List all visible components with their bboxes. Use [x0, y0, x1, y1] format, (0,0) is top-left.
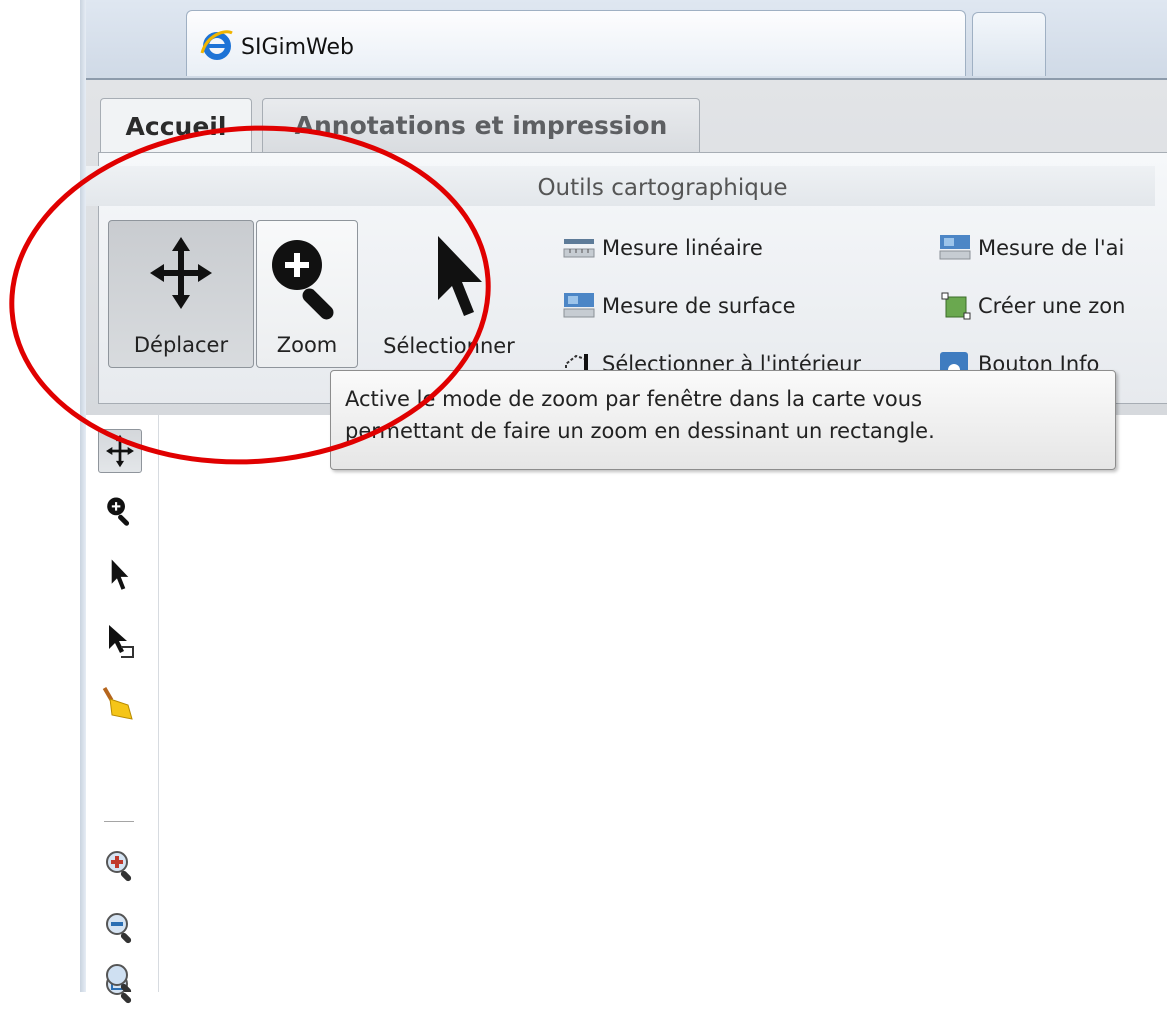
move-arrows-icon	[150, 237, 212, 309]
app-area: Accueil Annotations et impression Outils…	[86, 80, 1167, 1004]
area-measure-icon	[939, 235, 971, 260]
vtool-separator	[104, 821, 134, 822]
broom-icon	[102, 686, 133, 720]
select-button[interactable]: Sélectionner	[364, 220, 534, 368]
ruler-icon	[563, 239, 595, 258]
tooltip-line-1: Active le mode de zoom par fenêtre dans …	[345, 387, 923, 411]
move-button-label: Déplacer	[133, 333, 229, 357]
move-arrows-icon	[106, 434, 134, 468]
vertical-map-toolbar	[86, 415, 159, 1004]
select-inside-icon	[109, 625, 134, 658]
browser-tab-title: SIGimWeb	[241, 35, 355, 60]
zoom-minus-icon	[106, 913, 132, 944]
surface-measure-button[interactable]: Mesure de surface	[562, 286, 796, 326]
vtool-zoom-plus-button[interactable]	[98, 843, 142, 887]
select-button-label: Sélectionner	[383, 334, 515, 358]
ie-browser-icon	[200, 30, 233, 60]
area-measure-button[interactable]: Mesure de l'ai	[938, 228, 1124, 268]
zoom-full-icon	[106, 964, 132, 992]
move-button[interactable]: Déplacer	[108, 220, 254, 368]
tab-accueil[interactable]: Accueil	[100, 98, 252, 154]
cursor-arrow-icon	[438, 236, 482, 316]
zoom-in-icon	[107, 497, 130, 526]
zoom-button-label: Zoom	[276, 333, 338, 357]
browser-tab-sigimweb[interactable]: SIGimWeb	[186, 10, 966, 76]
tooltip-line-2: permettant de faire un zoom en dessinant…	[345, 419, 935, 443]
create-zone-button[interactable]: Créer une zon	[938, 286, 1125, 326]
tab-annotations-impression[interactable]: Annotations et impression	[262, 98, 700, 152]
vtool-clear-button[interactable]	[98, 681, 142, 725]
linear-measure-label: Mesure linéaire	[602, 236, 763, 260]
zoom-in-icon	[272, 240, 334, 320]
zoom-tooltip: Active le mode de zoom par fenêtre dans …	[330, 370, 1116, 470]
create-zone-label: Créer une zon	[978, 294, 1126, 318]
create-zone-icon	[941, 292, 971, 320]
area-measure-icon	[563, 293, 595, 318]
surface-measure-label: Mesure de surface	[602, 294, 796, 318]
ribbon-group-title: Outils cartographique	[86, 166, 1155, 206]
browser-tab-strip: SIGimWeb	[86, 0, 1167, 80]
area-measure-label: Mesure de l'ai	[978, 236, 1125, 260]
vtool-zoom-full-button[interactable]	[98, 955, 142, 992]
linear-measure-button[interactable]: Mesure linéaire	[562, 228, 763, 268]
vtool-zoom-minus-button[interactable]	[98, 905, 142, 949]
group-title-text: Outils cartographique	[537, 175, 788, 201]
new-tab-button[interactable]	[972, 12, 1046, 76]
vtool-zoom-button[interactable]	[98, 489, 142, 533]
vtool-select-inside-button[interactable]	[98, 619, 142, 663]
cursor-arrow-icon	[111, 559, 129, 590]
zoom-button[interactable]: Zoom	[256, 220, 358, 368]
vtool-move-button[interactable]	[98, 429, 142, 473]
zoom-plus-icon	[106, 851, 132, 882]
vtool-select-button[interactable]	[98, 553, 142, 597]
